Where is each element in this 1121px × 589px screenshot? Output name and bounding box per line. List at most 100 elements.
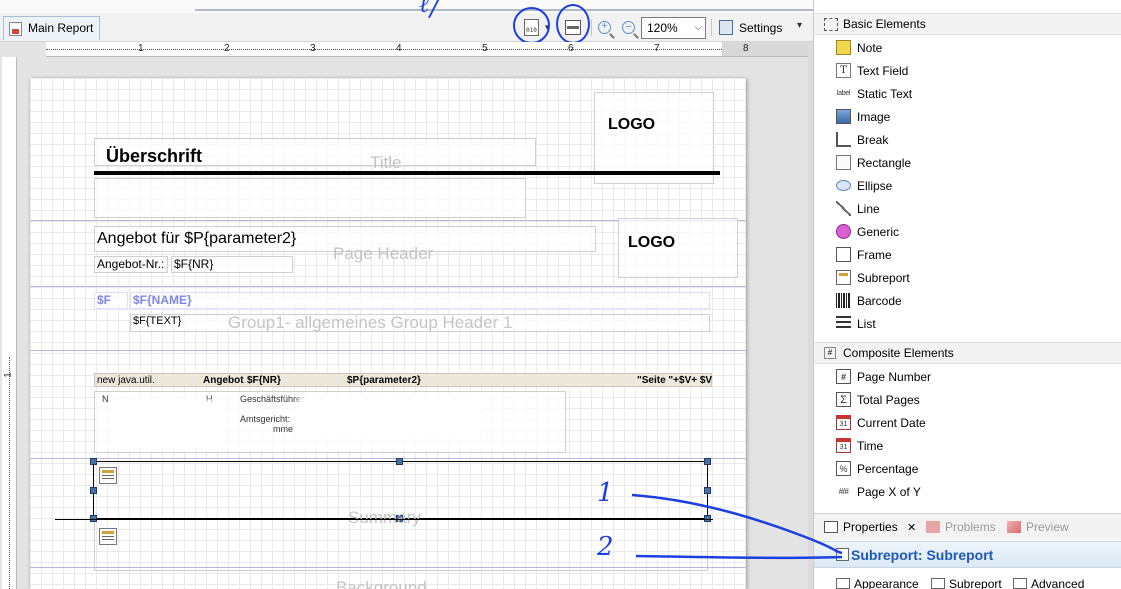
palette-item-label: Frame [857, 247, 892, 262]
palette-item-list[interactable]: List [836, 312, 1106, 335]
palette-item-label: Subreport [857, 270, 910, 285]
resize-handle[interactable] [704, 458, 711, 465]
zoom-out-icon: – [622, 21, 635, 34]
report-file-icon [9, 22, 22, 36]
generic-icon [836, 224, 851, 239]
basic-elements-header[interactable]: Basic Elements [814, 13, 1121, 35]
ruler-number: 8 [743, 43, 749, 54]
zoom-out-button[interactable]: – [622, 17, 635, 38]
tab-problems[interactable]: Problems [926, 520, 996, 534]
palette-item-total-pages[interactable]: Σ Total Pages [836, 388, 1106, 411]
toolbar-separator [591, 19, 592, 36]
palette-item-ellipse[interactable]: Ellipse [836, 174, 1106, 197]
palette-item-break[interactable]: Break [836, 128, 1106, 151]
annotation-scribble: ℓ╱ [419, 0, 444, 18]
palette-item-current-date[interactable]: 31 Current Date [836, 411, 1106, 434]
redaction [298, 396, 482, 436]
palette-item-label: List [857, 316, 876, 331]
report-heading[interactable]: Überschrift [106, 146, 202, 167]
report-page[interactable]: LOGO Überschrift Title Angebot für $P{pa… [30, 78, 746, 589]
palette-item-label: Percentage [857, 461, 919, 476]
page-x-of-y-icon: #/# [838, 487, 849, 496]
palette-item-static-text[interactable]: label Static Text [836, 82, 1106, 105]
palette-item-generic[interactable]: Generic [836, 220, 1106, 243]
palette-item-subreport[interactable]: Subreport [836, 266, 1106, 289]
subtab-appearance[interactable]: Appearance [836, 577, 919, 589]
note-icon [836, 40, 851, 55]
settings-button[interactable]: Settings [717, 17, 782, 39]
palette-item-text-field[interactable]: T Text Field [836, 59, 1106, 82]
palette-item-label: Page Number [857, 369, 932, 384]
properties-subtabs: Appearance Subreport Advanced [814, 569, 1121, 589]
ruler-number: 5 [482, 43, 488, 54]
ruler-number: 3 [310, 43, 316, 54]
break-icon [836, 132, 851, 147]
palette-item-percentage[interactable]: % Percentage [836, 457, 1106, 480]
palette-item-barcode[interactable]: Barcode [836, 289, 1106, 312]
tab-properties[interactable]: Properties ✕ [824, 520, 916, 534]
field-f[interactable]: $F [94, 292, 128, 309]
properties-icon [824, 521, 838, 533]
footer-fragment: Geschäftsführer: [240, 394, 307, 404]
footer-cell: "Seite "+$V+ $V [637, 375, 713, 386]
logo-image-2[interactable]: LOGO [628, 234, 676, 252]
subtab-advanced[interactable]: Advanced [1013, 577, 1084, 589]
settings-dropdown-arrow[interactable]: ▾ [797, 20, 802, 31]
palette-item-note[interactable]: Note [836, 36, 1106, 59]
properties-tabbar: Properties ✕ Problems Preview [814, 513, 1121, 540]
heading-underline[interactable] [94, 171, 720, 175]
palette-item-line[interactable]: Line [836, 197, 1106, 220]
black-horizontal-line[interactable] [55, 519, 713, 520]
annotation-circle [513, 7, 550, 44]
composite-elements-header[interactable]: # Composite Elements [814, 342, 1121, 364]
settings-label: Settings [739, 21, 783, 35]
palette-item-rectangle[interactable]: Rectangle [836, 151, 1106, 174]
zoom-value: 120% [647, 21, 678, 35]
palette-item-frame[interactable]: Frame [836, 243, 1106, 266]
palette-item-page-number[interactable]: # Page Number [836, 365, 1106, 388]
rectangle-icon [836, 155, 851, 170]
subtab-subreport[interactable]: Subreport [931, 577, 1002, 589]
resize-handle[interactable] [90, 458, 97, 465]
redaction [112, 400, 224, 448]
palette-item-label: Barcode [857, 293, 902, 308]
editor-toolbar: Main Report 010 ▾ + – 120% ⌵ Settings ▾ [0, 13, 813, 42]
title-field[interactable] [94, 178, 526, 218]
logo-image[interactable]: LOGO [608, 116, 656, 134]
nr-field[interactable]: $F{NR} [171, 256, 293, 273]
angebot-nr-label[interactable]: Angebot-Nr.: [94, 256, 168, 273]
band-separator[interactable] [30, 567, 746, 568]
band-separator[interactable] [30, 350, 746, 351]
ruler-number: 6 [568, 43, 574, 54]
resize-handle[interactable] [396, 458, 403, 465]
palette-item-label: Ellipse [857, 178, 893, 193]
zoom-in-button[interactable]: + [598, 17, 611, 38]
palette-item-time[interactable]: 31 Time [836, 434, 1106, 457]
basic-elements-title: Basic Elements [843, 17, 926, 31]
palette-item-image[interactable]: Image [836, 105, 1106, 128]
resize-handle[interactable] [90, 487, 97, 494]
subreport-icon [931, 578, 945, 589]
line-icon [836, 201, 851, 216]
palette-item-label: Image [857, 109, 891, 124]
name-field[interactable]: $F{NAME} [130, 292, 710, 309]
resize-handle[interactable] [704, 487, 711, 494]
properties-title-bar: Subreport: Subreport [814, 541, 1121, 568]
footer-fragment: N [102, 394, 109, 404]
palette-item-page-x-of-y[interactable]: #/# Page X of Y [836, 480, 1106, 503]
close-icon[interactable]: ✕ [907, 522, 916, 534]
composite-elements-title: Composite Elements [843, 346, 954, 360]
footer-table-header[interactable]: new java.util. Angebot $F{NR} $P{paramet… [94, 373, 712, 387]
frame-icon [836, 247, 851, 262]
settings-icon [719, 20, 733, 35]
band-separator[interactable] [30, 458, 746, 459]
subtab-label: Subreport [949, 577, 1002, 589]
band-separator[interactable] [30, 286, 746, 287]
tab-preview[interactable]: Preview [1007, 520, 1069, 534]
palette-item-label: Generic [857, 224, 900, 239]
tab-main-report[interactable]: Main Report [3, 16, 101, 40]
zoom-select[interactable]: 120% ⌵ [641, 17, 706, 39]
chevron-down-icon: ⌵ [694, 22, 702, 33]
zoom-in-icon: + [598, 21, 611, 34]
parameter2-field: $P{parameter2} [184, 230, 297, 247]
